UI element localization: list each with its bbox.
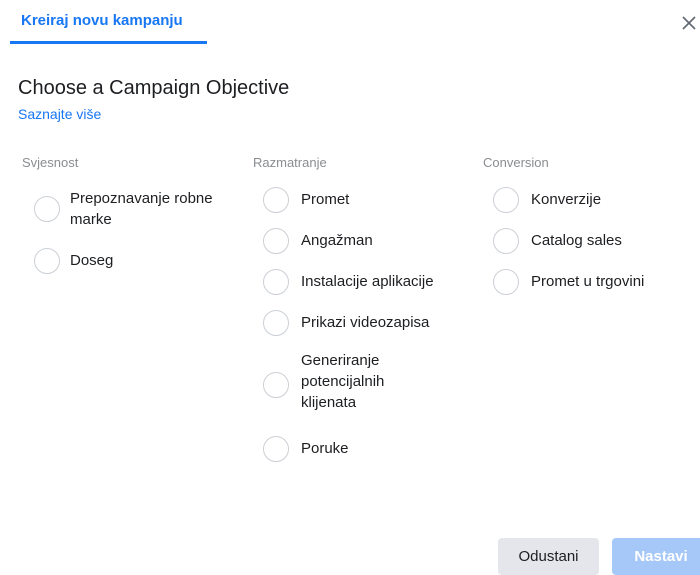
- column-awareness: Svjesnost: [22, 155, 78, 170]
- option-conversions[interactable]: Konverzije: [493, 187, 693, 213]
- option-catalog-sales[interactable]: Catalog sales: [493, 228, 693, 254]
- radio-button[interactable]: [263, 228, 289, 254]
- continue-button[interactable]: Nastavi: [612, 538, 700, 575]
- option-label: Promet u trgovini: [531, 273, 645, 290]
- option-label: Prikazi videozapisa: [301, 314, 430, 331]
- option-label: Poruke: [301, 440, 349, 457]
- create-campaign-dialog: Kreiraj novu kampanju Choose a Campaign …: [0, 0, 700, 575]
- option-video-views[interactable]: Prikazi videozapisa: [263, 310, 463, 336]
- close-icon[interactable]: [678, 12, 700, 34]
- option-store-traffic[interactable]: Promet u trgovini: [493, 269, 693, 295]
- option-messages[interactable]: Poruke: [263, 436, 463, 462]
- option-label: Catalog sales: [531, 232, 622, 249]
- tab-create-campaign[interactable]: Kreiraj novu kampanju: [10, 0, 207, 44]
- radio-button[interactable]: [493, 269, 519, 295]
- radio-button[interactable]: [34, 248, 60, 274]
- option-label: Generiranje potencijalnih klijenata: [301, 352, 385, 411]
- radio-button[interactable]: [263, 269, 289, 295]
- option-label: Prepoznavanje robne marke: [70, 190, 213, 228]
- column-consideration: Razmatranje: [253, 155, 327, 170]
- radio-button[interactable]: [263, 436, 289, 462]
- column-heading: Razmatranje: [253, 155, 327, 170]
- option-label: Konverzije: [531, 191, 602, 208]
- option-app-installs[interactable]: Instalacije aplikacije: [263, 269, 463, 295]
- radio-button[interactable]: [263, 187, 289, 213]
- radio-button[interactable]: [493, 187, 519, 213]
- column-heading: Conversion: [483, 155, 549, 170]
- radio-button[interactable]: [263, 372, 289, 398]
- cancel-button[interactable]: Odustani: [498, 538, 599, 575]
- radio-button[interactable]: [34, 196, 60, 222]
- option-label: Doseg: [70, 252, 114, 269]
- option-reach[interactable]: Doseg: [34, 248, 214, 274]
- option-label: Instalacije aplikacije: [301, 273, 434, 290]
- page-title: Choose a Campaign Objective: [18, 77, 290, 99]
- option-brand-awareness[interactable]: Prepoznavanje robne marke: [34, 188, 244, 234]
- radio-button[interactable]: [263, 310, 289, 336]
- option-traffic[interactable]: Promet: [263, 187, 463, 213]
- column-conversion: Conversion: [483, 155, 549, 170]
- option-label: Promet: [301, 191, 350, 208]
- tab-label: Kreiraj novu kampanju: [21, 12, 183, 29]
- radio-button[interactable]: [493, 228, 519, 254]
- column-heading: Svjesnost: [22, 155, 79, 170]
- option-lead-generation[interactable]: Generiranje potencijalnih klijenata: [263, 350, 463, 420]
- option-label: Angažman: [301, 232, 373, 249]
- option-engagement[interactable]: Angažman: [263, 228, 463, 254]
- learn-more-link[interactable]: Saznajte više: [18, 106, 101, 122]
